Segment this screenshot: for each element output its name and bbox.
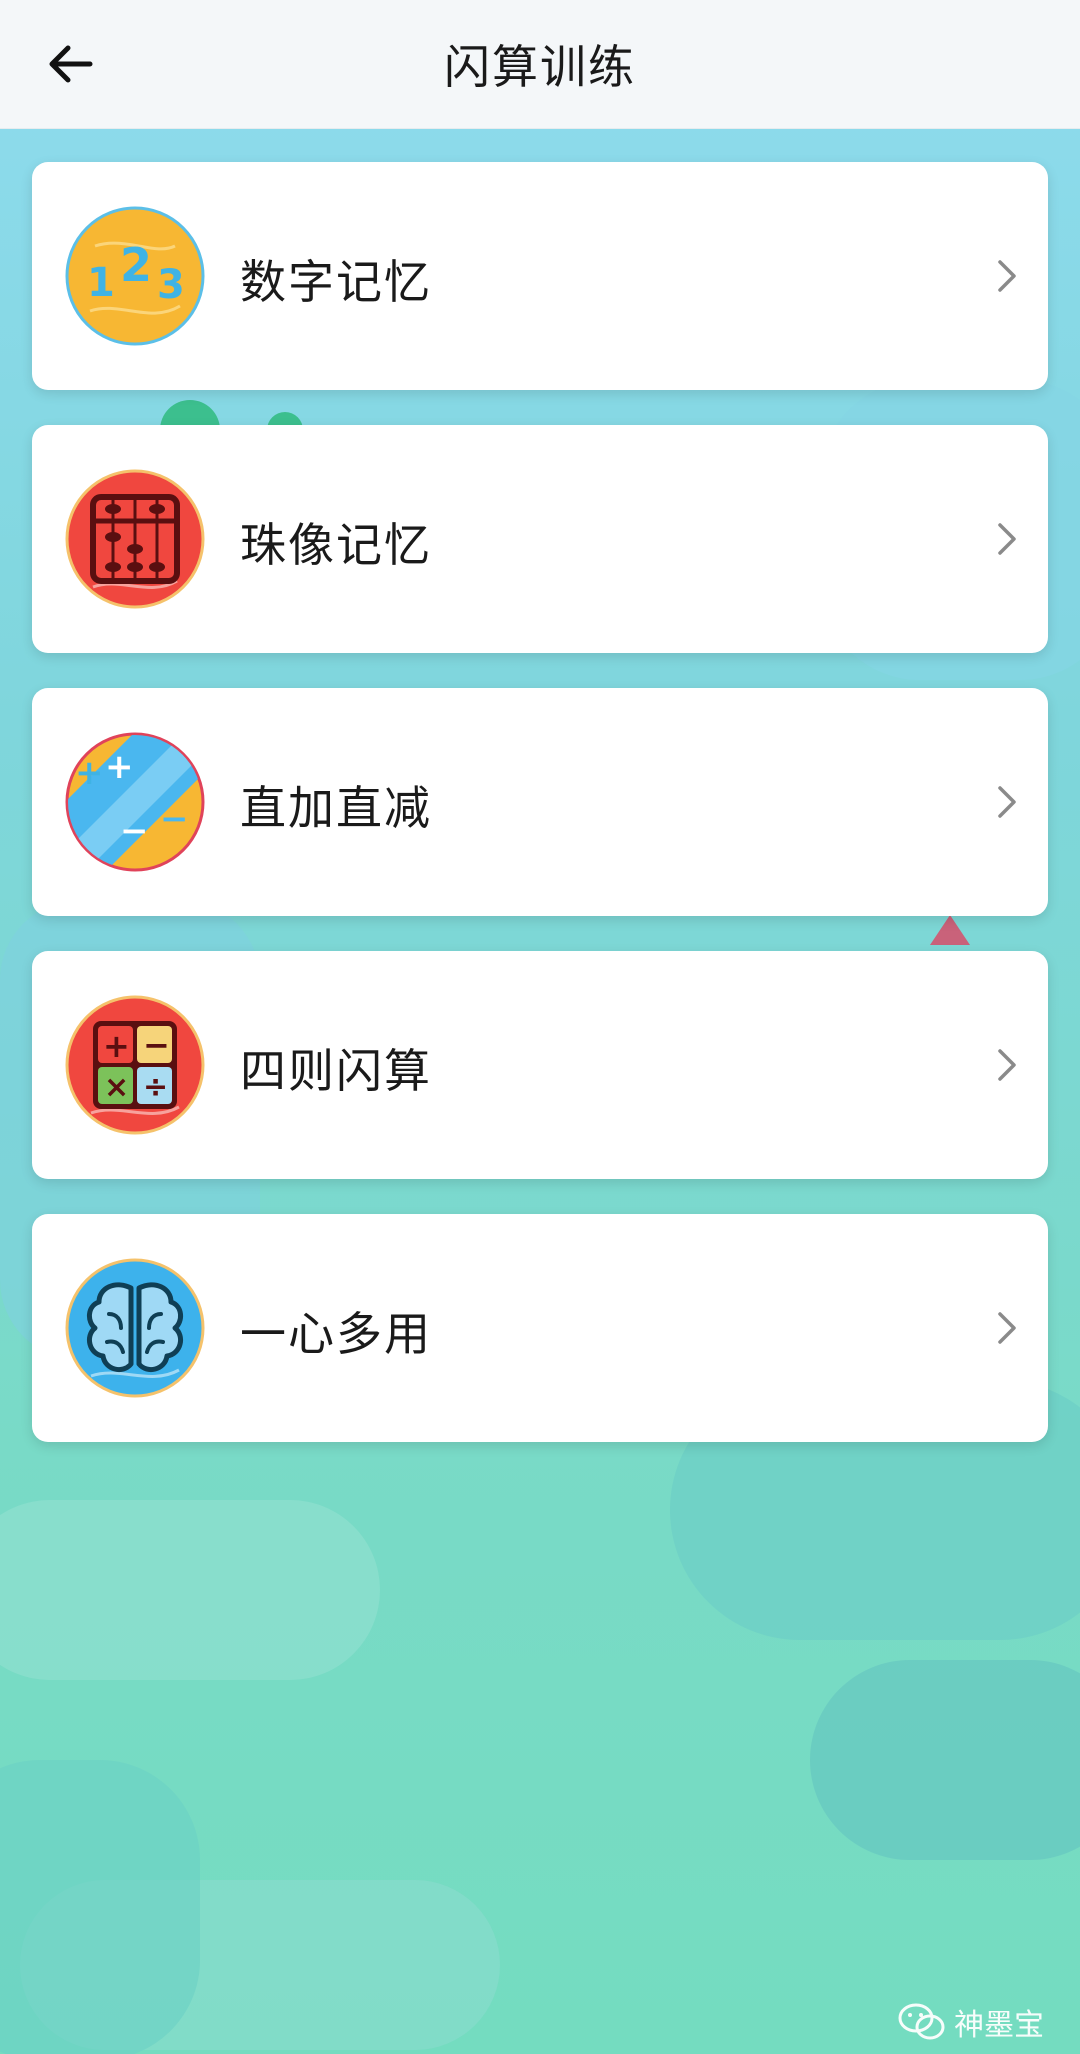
wechat-icon — [898, 2003, 945, 2040]
list-item-direct-add-subtract[interactable]: + + − − 直加直减 — [32, 688, 1048, 916]
list-item-digit-memory[interactable]: 1 2 3 数字记忆 — [32, 162, 1048, 390]
arrow-left-icon — [49, 45, 93, 83]
svg-text:+: + — [105, 747, 134, 787]
chevron-right-icon — [998, 523, 1016, 555]
watermark-text: 神墨宝 — [954, 2008, 1044, 2043]
chevron-right-icon — [998, 1312, 1016, 1344]
plus-minus-icon: + + − − — [65, 732, 205, 872]
item-label: 一心多用 — [240, 1307, 432, 1361]
page-title: 闪算训练 — [444, 40, 636, 94]
list-item-multitasking[interactable]: 一心多用 — [32, 1214, 1048, 1442]
svg-text:3: 3 — [157, 262, 185, 308]
svg-text:2: 2 — [120, 238, 152, 292]
brain-icon — [65, 1258, 205, 1398]
svg-text:−: − — [120, 811, 149, 851]
svg-text:1: 1 — [87, 260, 115, 306]
svg-text:+: + — [103, 1027, 130, 1065]
calculator-operations-icon: + − × ÷ — [65, 995, 205, 1135]
numbers-123-icon: 1 2 3 — [65, 206, 205, 346]
svg-text:−: − — [143, 1026, 170, 1064]
svg-text:−: − — [160, 799, 189, 839]
chevron-right-icon — [998, 1049, 1016, 1081]
abacus-icon — [65, 469, 205, 609]
watermark: 神墨宝 — [898, 2000, 1044, 2044]
item-label: 四则闪算 — [240, 1044, 432, 1098]
top-bar: 闪算训练 — [0, 0, 1080, 129]
svg-text:÷: ÷ — [143, 1070, 168, 1105]
item-label: 珠像记忆 — [240, 518, 432, 572]
item-label: 直加直减 — [240, 781, 432, 835]
chevron-right-icon — [998, 260, 1016, 292]
item-label: 数字记忆 — [240, 255, 432, 309]
list-item-abacus-memory[interactable]: 珠像记忆 — [32, 425, 1048, 653]
svg-text:+: + — [75, 753, 104, 793]
list-item-four-operations[interactable]: + − × ÷ 四则闪算 — [32, 951, 1048, 1179]
svg-text:×: × — [104, 1070, 129, 1105]
chevron-right-icon — [998, 786, 1016, 818]
back-button[interactable] — [30, 24, 110, 104]
training-list: 1 2 3 数字记忆 珠像记忆 + + − − 直加直减 + − × ÷ 四则闪… — [32, 162, 1048, 1477]
